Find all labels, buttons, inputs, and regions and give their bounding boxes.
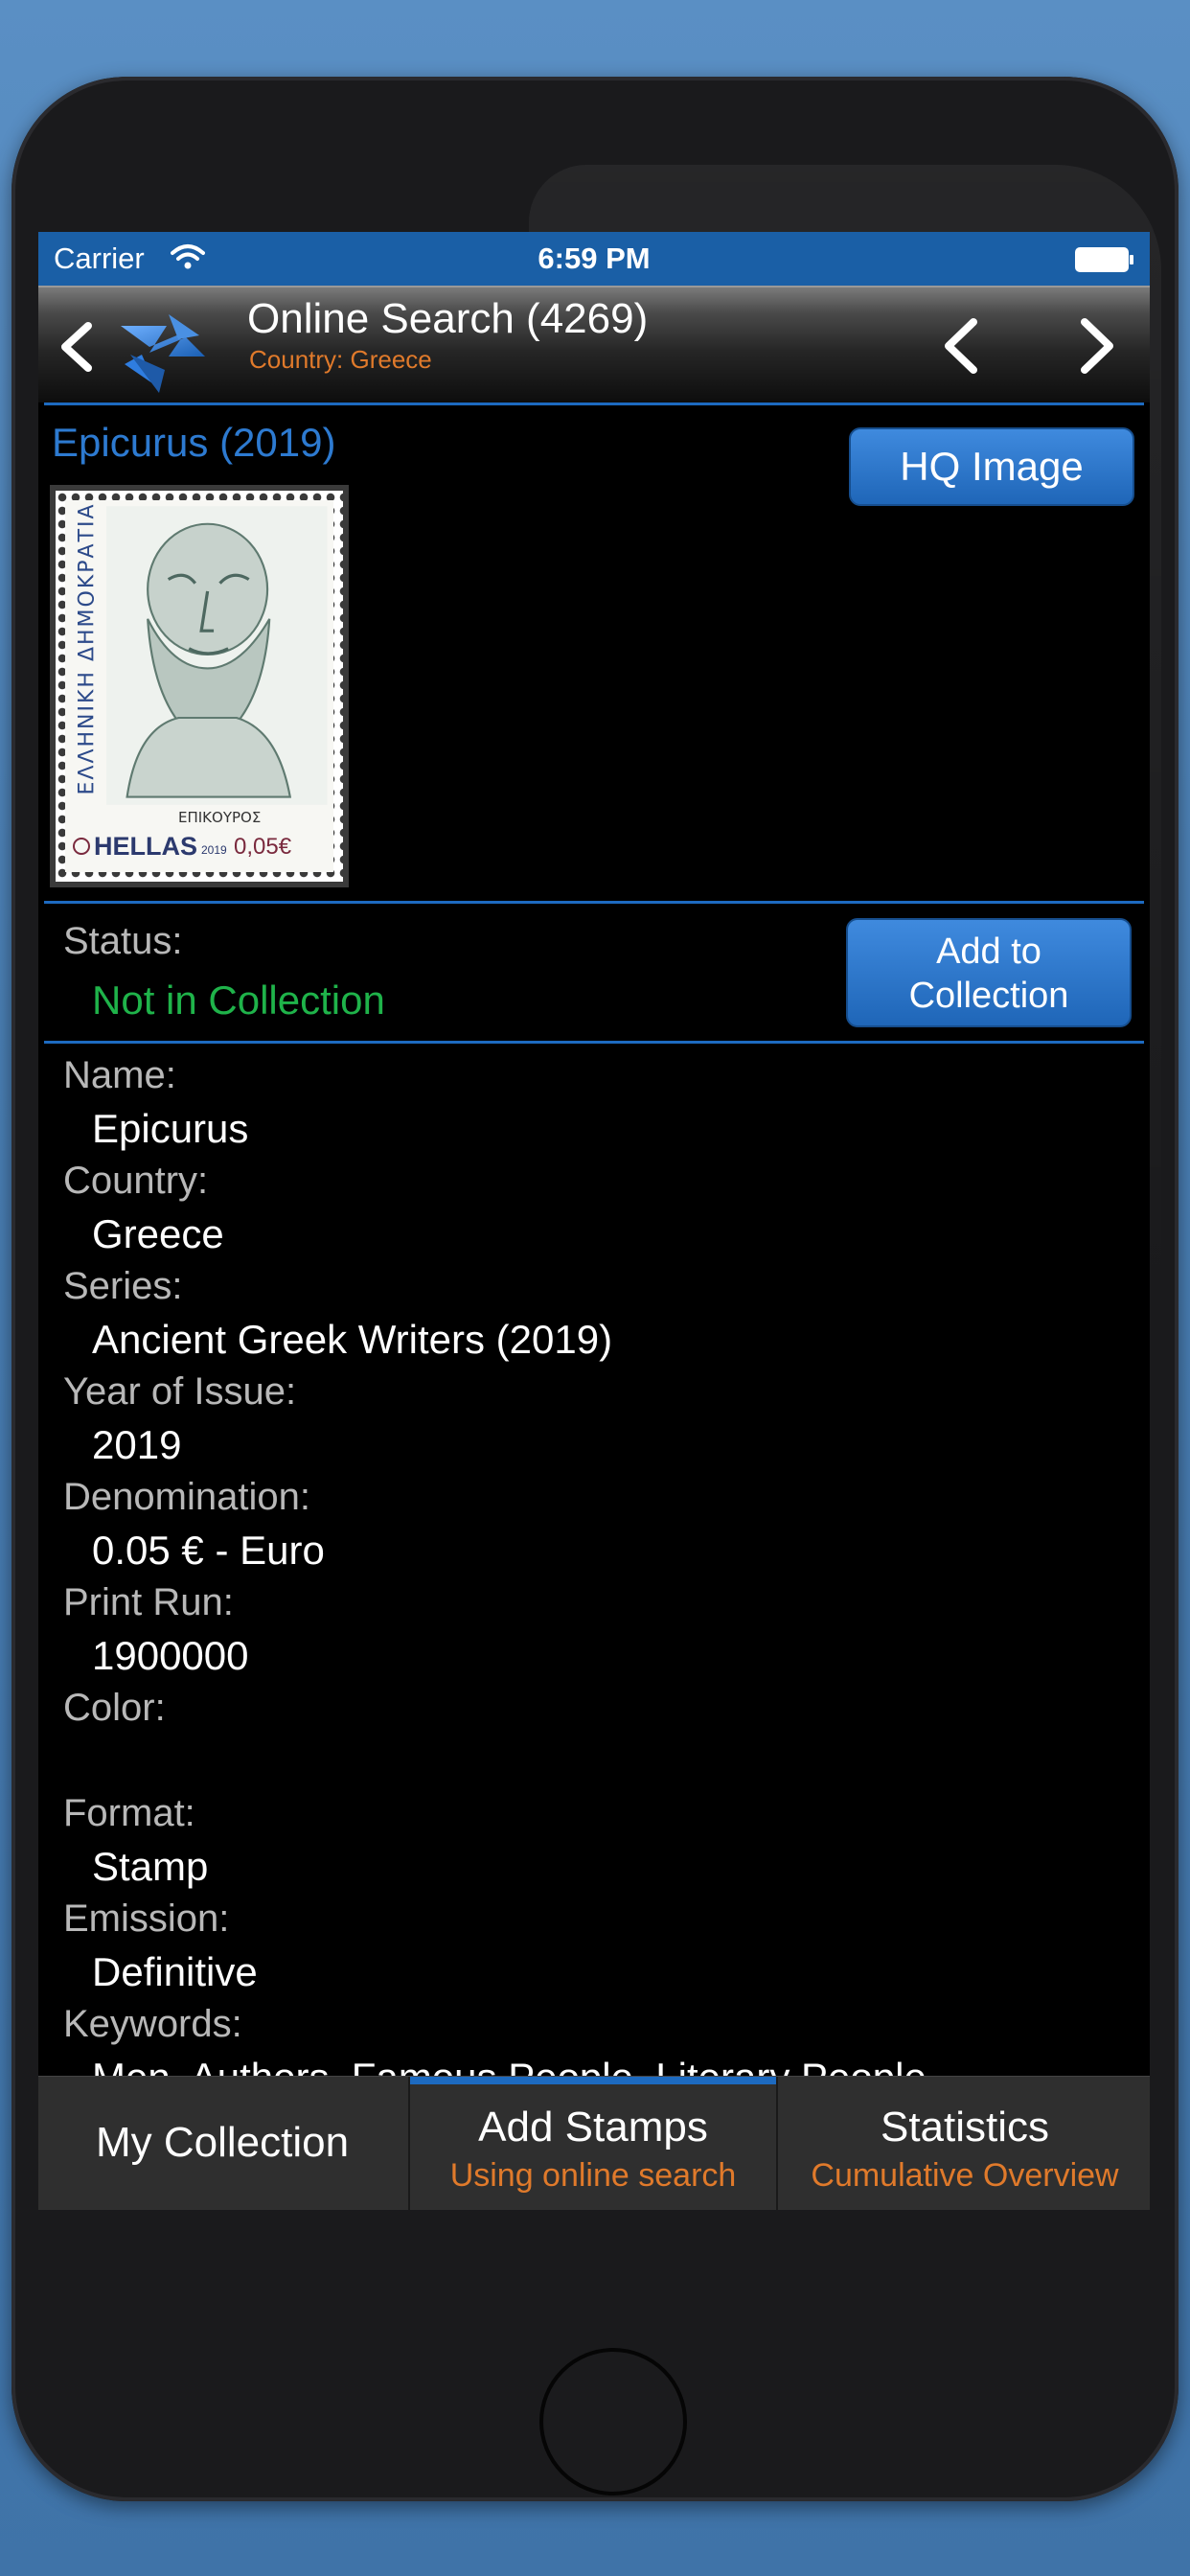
- detail-label-name: Name:: [63, 1054, 176, 1096]
- stamp-country: HELLAS: [94, 832, 197, 861]
- nav-title: Online Search (4269): [247, 295, 649, 342]
- stamp-vertical-text: ΕΛΛΗΝΙΚΗ ΔΗΜΟΚΡΑΤΙΑ: [75, 502, 100, 795]
- stamp-caption: ΕΠΙΚΟΥΡΟΣ: [178, 809, 262, 826]
- screen: Carrier 6:59 PM Online Search (4269) Cou…: [38, 232, 1150, 2210]
- detail-label-color: Color:: [63, 1687, 166, 1729]
- divider: [44, 901, 1144, 904]
- add-button-line2: Collection: [908, 976, 1069, 1016]
- tab-my-collection[interactable]: My Collection: [38, 2077, 406, 2210]
- stamp-image[interactable]: ΕΛΛΗΝΙΚΗ ΔΗΜΟΚΡΑΤΙΑ ΕΠΙΚΟΥΡΟΣ HELLAS 201…: [50, 485, 349, 887]
- stamp-title: Epicurus (2019): [52, 420, 336, 465]
- tab-label: Add Stamps: [478, 2104, 708, 2150]
- add-button-line1: Add to: [936, 932, 1041, 972]
- detail-value-name: Epicurus: [92, 1106, 249, 1151]
- battery-icon: [1075, 247, 1133, 272]
- status-bar: Carrier 6:59 PM: [38, 232, 1150, 286]
- tab-bar: My Collection Add Stamps Using online se…: [38, 2076, 1150, 2210]
- detail-value-format: Stamp: [92, 1844, 209, 1889]
- add-to-collection-button[interactable]: Add to Collection: [846, 918, 1132, 1027]
- app-logo-icon: [121, 314, 205, 393]
- divider: [44, 1041, 1144, 1044]
- detail-label-keywords: Keywords:: [63, 2003, 242, 2045]
- tab-sublabel: Cumulative Overview: [811, 2157, 1119, 2194]
- status-value: Not in Collection: [92, 978, 385, 1023]
- tab-label: Statistics: [880, 2104, 1050, 2150]
- detail-label-year: Year of Issue:: [63, 1370, 297, 1413]
- stamp-year: 2019: [201, 843, 227, 857]
- previous-stamp-icon[interactable]: [929, 312, 996, 380]
- status-label: Status:: [63, 920, 183, 962]
- active-tab-indicator: [410, 2077, 776, 2084]
- tab-statistics[interactable]: Statistics Cumulative Overview: [780, 2077, 1150, 2210]
- detail-label-denomination: Denomination:: [63, 1476, 310, 1518]
- stamp-artwork: ΕΛΛΗΝΙΚΗ ΔΗΜΟΚΡΑΤΙΑ ΕΠΙΚΟΥΡΟΣ HELLAS 201…: [65, 500, 333, 872]
- detail-label-print-run: Print Run:: [63, 1581, 234, 1623]
- detail-label-country: Country:: [63, 1160, 209, 1202]
- detail-value-series: Ancient Greek Writers (2019): [92, 1317, 613, 1362]
- stamp-perforation: ΕΛΛΗΝΙΚΗ ΔΗΜΟΚΡΑΤΙΑ ΕΠΙΚΟΥΡΟΣ HELLAS 201…: [56, 491, 343, 882]
- back-chevron-icon[interactable]: [50, 318, 107, 376]
- detail-value-emission: Definitive: [92, 1949, 258, 1994]
- navigation-bar: Online Search (4269) Country: Greece: [38, 286, 1150, 402]
- home-button[interactable]: [539, 2348, 687, 2496]
- tab-label: My Collection: [95, 2119, 350, 2166]
- divider: [44, 402, 1144, 405]
- stamp-face-value: 0,05€: [234, 834, 292, 860]
- detail-label-format: Format:: [63, 1792, 195, 1834]
- detail-value-denomination: 0.05 € - Euro: [92, 1528, 325, 1573]
- clock: 6:59 PM: [538, 242, 651, 275]
- detail-label-emission: Emission:: [63, 1898, 230, 1940]
- detail-value-print-run: 1900000: [92, 1633, 249, 1678]
- tab-sublabel: Using online search: [449, 2157, 737, 2194]
- hq-image-button[interactable]: HQ Image: [849, 427, 1134, 506]
- detail-value-country: Greece: [92, 1211, 224, 1256]
- stamp-seal-icon: [73, 838, 90, 855]
- detail-value-year: 2019: [92, 1422, 182, 1467]
- detail-label-series: Series:: [63, 1265, 183, 1307]
- next-stamp-icon[interactable]: [1062, 312, 1129, 380]
- tab-add-stamps[interactable]: Add Stamps Using online search: [408, 2077, 778, 2210]
- nav-subtitle: Country: Greece: [249, 345, 432, 374]
